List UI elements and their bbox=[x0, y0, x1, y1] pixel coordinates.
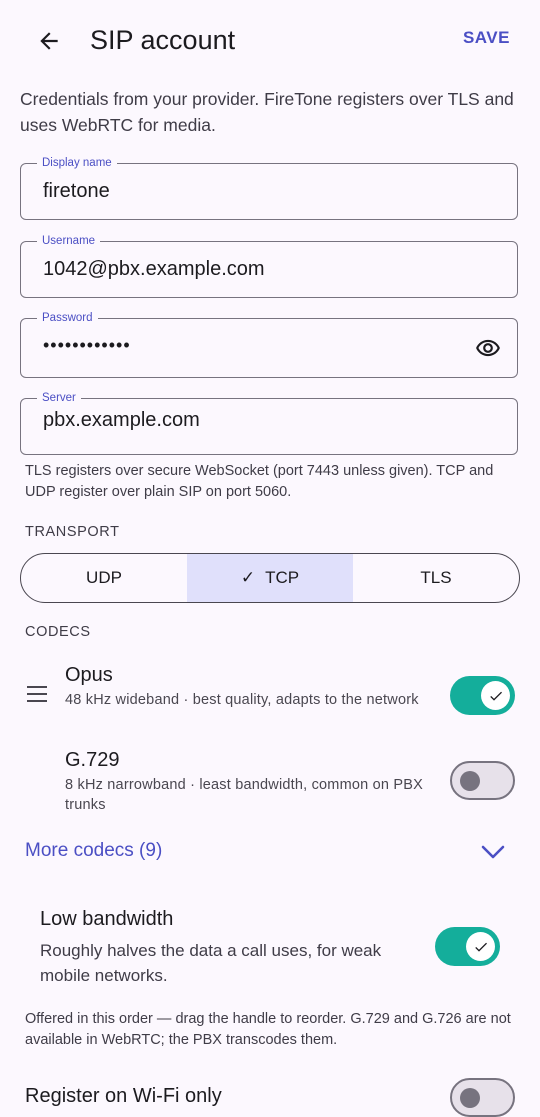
check-icon: ✓ bbox=[240, 568, 256, 587]
low-bandwidth-title: Low bandwidth bbox=[40, 908, 174, 930]
codec-name-g729: G.729 bbox=[65, 749, 120, 771]
display-name-label: Display name bbox=[37, 155, 117, 171]
more-codecs-button[interactable]: More codecs (9) bbox=[25, 840, 162, 862]
codecs-heading: CODECS bbox=[25, 624, 91, 640]
visibility-toggle-icon[interactable] bbox=[475, 335, 501, 361]
g729-toggle[interactable] bbox=[450, 761, 515, 800]
back-button[interactable] bbox=[26, 18, 72, 64]
page-title: SIP account bbox=[90, 25, 236, 55]
transport-heading: TRANSPORT bbox=[25, 524, 120, 540]
wifi-only-toggle[interactable] bbox=[450, 1078, 515, 1117]
switch-knob bbox=[481, 681, 510, 710]
codec-name-opus: Opus bbox=[65, 664, 113, 686]
username-label: Username bbox=[37, 233, 101, 249]
intro-text: Credentials from your provider. FireTone… bbox=[20, 89, 514, 135]
switch-knob bbox=[460, 1087, 480, 1108]
transport-option-label: TLS bbox=[420, 568, 452, 587]
wifi-only-title: Register on Wi-Fi only bbox=[25, 1085, 222, 1107]
transport-option-label: TCP bbox=[265, 568, 300, 587]
password-field[interactable]: Password •••••••••••• bbox=[20, 310, 518, 378]
server-value: pbx.example.com bbox=[43, 409, 200, 431]
server-label: Server bbox=[37, 390, 81, 406]
transport-option-udp[interactable]: UDP bbox=[21, 554, 187, 602]
password-value: •••••••••••• bbox=[43, 335, 131, 355]
display-name-value: firetone bbox=[43, 180, 110, 202]
server-helper-text: TLS registers over secure WebSocket (por… bbox=[25, 463, 494, 500]
display-name-field[interactable]: Display name firetone bbox=[20, 155, 518, 220]
transport-option-label: UDP bbox=[86, 568, 122, 587]
transport-segmented-control: UDP ✓ TCP TLS bbox=[20, 553, 520, 603]
codec-desc-g729: 8 kHz narrowband · least bandwidth, comm… bbox=[65, 777, 423, 813]
codec-order-note: Offered in this order — drag the handle … bbox=[25, 1011, 511, 1048]
low-bandwidth-toggle[interactable] bbox=[435, 927, 500, 966]
password-label: Password bbox=[37, 310, 98, 326]
check-icon bbox=[489, 691, 502, 701]
opus-toggle[interactable] bbox=[450, 676, 515, 715]
low-bandwidth-description: Roughly halves the data a call uses, for… bbox=[40, 941, 382, 985]
username-value: 1042@pbx.example.com bbox=[43, 258, 265, 280]
save-button[interactable]: SAVE bbox=[463, 28, 510, 48]
switch-knob bbox=[460, 770, 480, 791]
codec-desc-opus: 48 kHz wideband · best quality, adapts t… bbox=[65, 692, 419, 708]
chevron-down-icon[interactable] bbox=[480, 842, 506, 862]
transport-option-tcp[interactable]: ✓ TCP bbox=[187, 554, 353, 602]
drag-handle-icon[interactable] bbox=[27, 686, 47, 702]
check-icon bbox=[474, 942, 487, 952]
server-field[interactable]: Server pbx.example.com bbox=[20, 390, 518, 455]
username-field[interactable]: Username 1042@pbx.example.com bbox=[20, 233, 518, 298]
switch-knob bbox=[466, 932, 495, 961]
arrow-back-icon bbox=[40, 32, 58, 50]
transport-option-tls[interactable]: TLS bbox=[353, 554, 519, 602]
